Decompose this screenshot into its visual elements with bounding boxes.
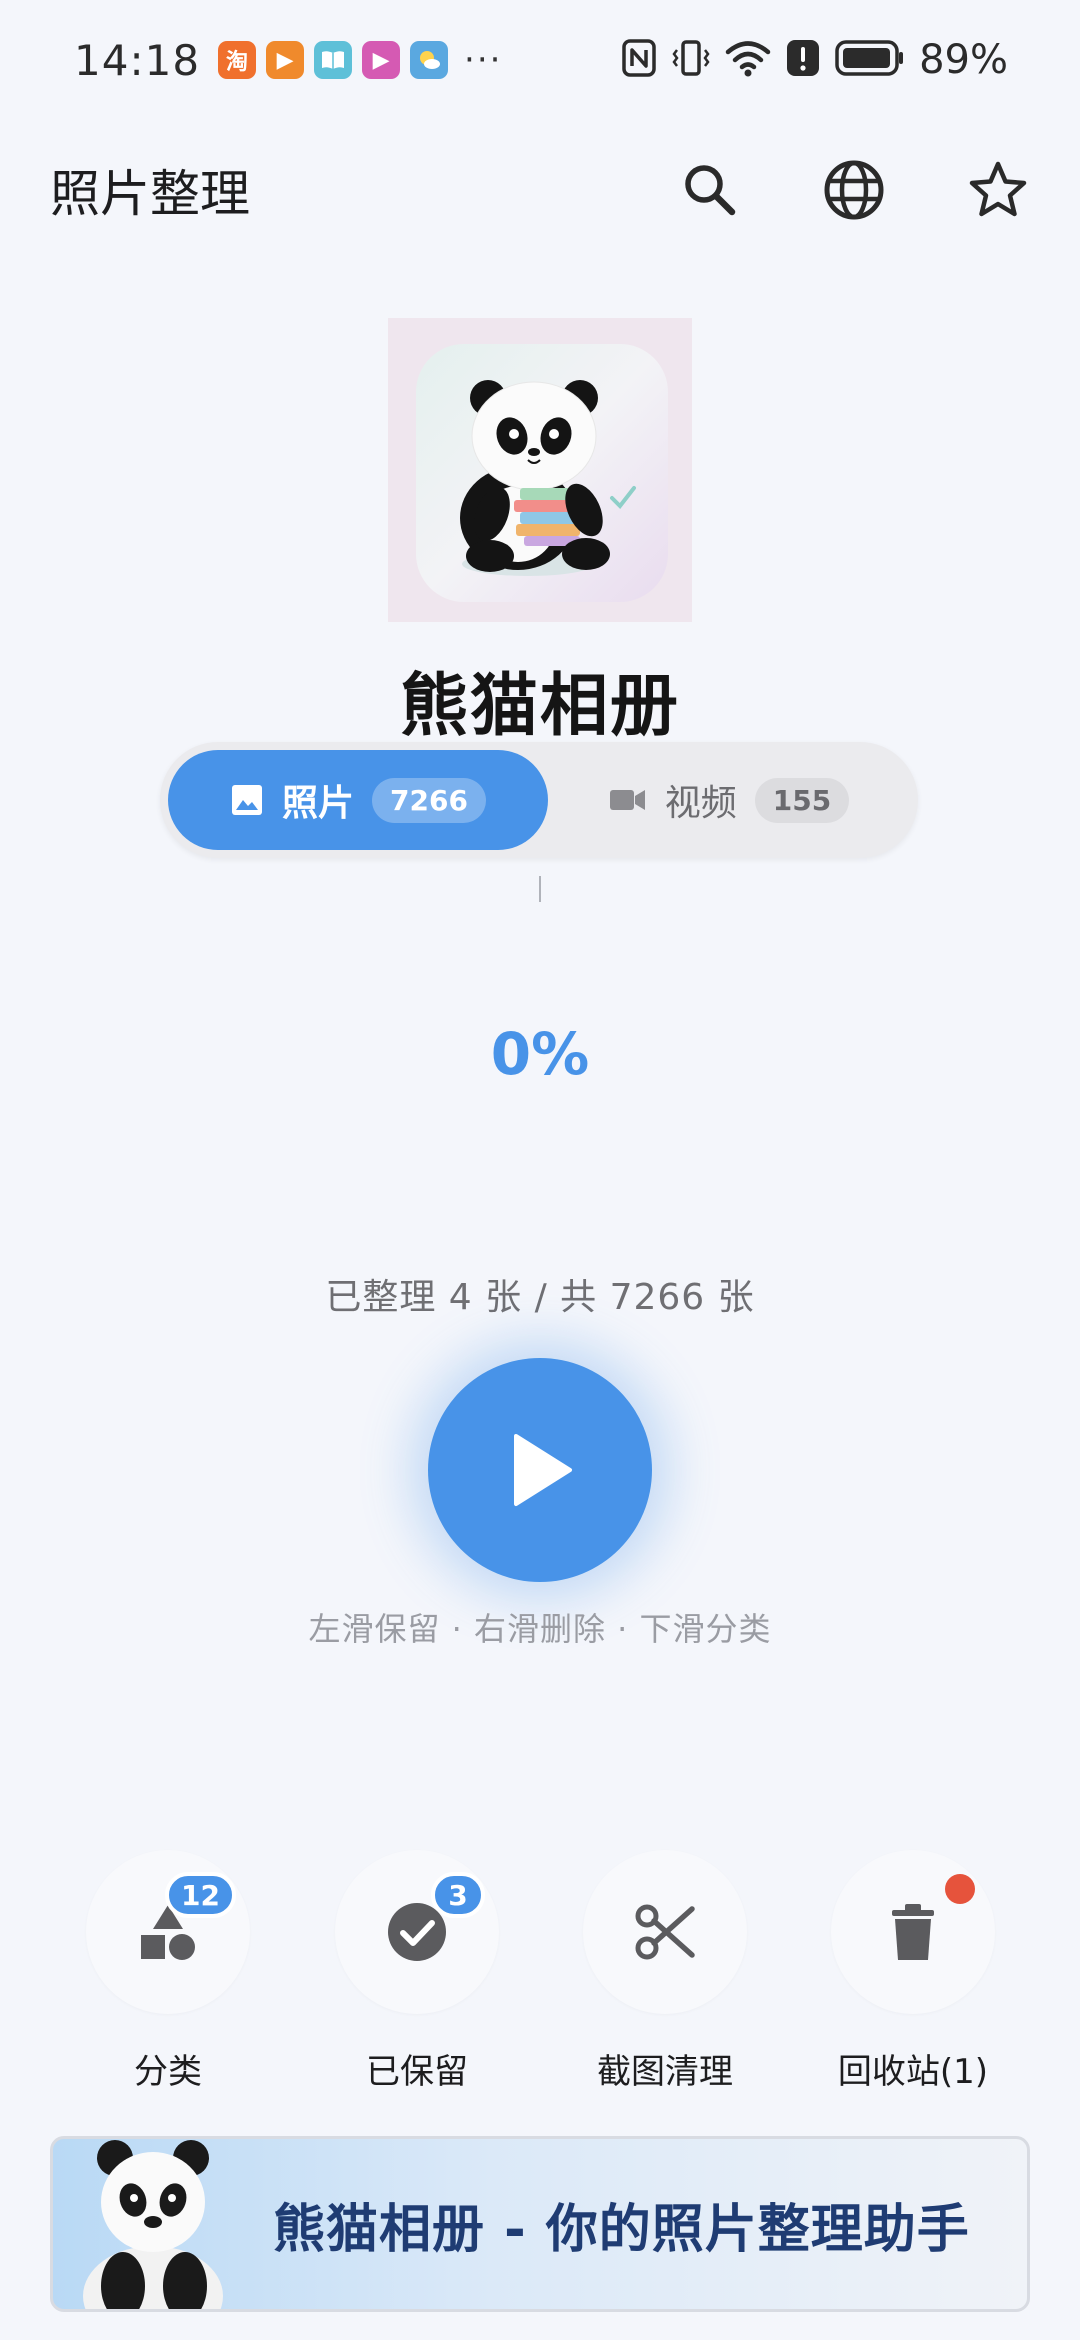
reader-app-icon: [314, 41, 353, 79]
panda-illustration: [53, 2139, 253, 2309]
status-left: 14:18 淘 ▶ ▶ ···: [74, 36, 502, 85]
promo-banner[interactable]: 熊猫相册 - 你的照片整理助手: [50, 2136, 1030, 2312]
search-icon: [685, 165, 736, 216]
action-recycle-bin-label: 回收站(1): [837, 2052, 989, 2092]
image-icon: [232, 785, 263, 815]
more-notifications-icon: ···: [464, 40, 503, 80]
recycle-bin-alert-dot: [945, 1874, 975, 1904]
language-button[interactable]: [808, 144, 900, 236]
app-bar: 照片整理: [0, 140, 1080, 240]
bottom-actions: 12 分类 3 已保留 截图清理 回收站(1): [0, 1850, 1080, 2093]
trash-icon: [892, 1904, 934, 1960]
taobao-app-icon: 淘: [218, 41, 257, 79]
vibrate-icon: [671, 38, 711, 82]
tab-videos-label: 视频: [664, 783, 737, 824]
scissors-icon: [635, 1904, 695, 1960]
status-right: 89%: [621, 37, 1008, 83]
action-kept-label: 已保留: [366, 2052, 468, 2092]
gesture-hint: 左滑保留 · 右滑删除 · 下滑分类: [308, 1610, 772, 1648]
page-title: 照片整理: [50, 165, 250, 223]
favorite-button[interactable]: [952, 144, 1044, 236]
battery-percent: 89%: [919, 37, 1008, 83]
app-name: 熊猫相册: [399, 667, 680, 746]
action-screenshot-cleanup-label: 截图清理: [597, 2052, 733, 2092]
media-type-tabs: 照片 7266 视频 155: [160, 742, 918, 858]
kept-badge: 3: [431, 1872, 485, 1918]
start-button[interactable]: [428, 1358, 652, 1582]
tab-videos-count: 155: [754, 777, 850, 823]
status-bar: 14:18 淘 ▶ ▶ ··· 89%: [0, 0, 1080, 120]
alert-icon: [785, 38, 821, 82]
action-recycle-bin[interactable]: 回收站(1): [803, 1850, 1023, 2093]
action-kept[interactable]: 3 已保留: [307, 1850, 527, 2093]
battery-icon: [835, 39, 905, 81]
wifi-icon: [725, 39, 771, 81]
tab-photos-label: 照片: [282, 783, 355, 824]
progress-indicator-tick: [539, 876, 541, 902]
tab-photos[interactable]: 照片 7266: [168, 750, 548, 850]
action-categories-circle: 12: [86, 1850, 250, 2014]
app-logo: [388, 318, 692, 622]
nfc-icon: [621, 38, 657, 82]
tab-photos-count: 7266: [372, 777, 486, 823]
weather-app-icon: [410, 41, 449, 79]
status-time: 14:18: [74, 35, 201, 85]
video-app-icon: ▶: [266, 41, 305, 79]
videocam-icon: [609, 790, 645, 810]
progress-count: 已整理 4 张 / 共 7266 张: [325, 1277, 755, 1318]
action-screenshot-cleanup[interactable]: 截图清理: [555, 1850, 775, 2093]
media-app-icon: ▶: [362, 41, 401, 79]
action-categories[interactable]: 12 分类: [58, 1850, 278, 2093]
progress-percent: 0%: [490, 1020, 590, 1088]
banner-text: 熊猫相册 - 你的照片整理助手: [273, 2199, 970, 2260]
star-icon: [969, 161, 1027, 217]
app-bar-actions: [664, 144, 1044, 236]
categories-badge: 12: [165, 1872, 236, 1918]
action-categories-label: 分类: [134, 2052, 202, 2092]
tab-videos[interactable]: 视频 155: [548, 750, 910, 850]
action-kept-circle: 3: [335, 1850, 499, 2014]
action-recycle-bin-circle: [831, 1850, 995, 2014]
globe-icon: [824, 160, 884, 220]
search-button[interactable]: [664, 144, 756, 236]
play-icon: [514, 1434, 572, 1506]
action-screenshot-cleanup-circle: [583, 1850, 747, 2014]
